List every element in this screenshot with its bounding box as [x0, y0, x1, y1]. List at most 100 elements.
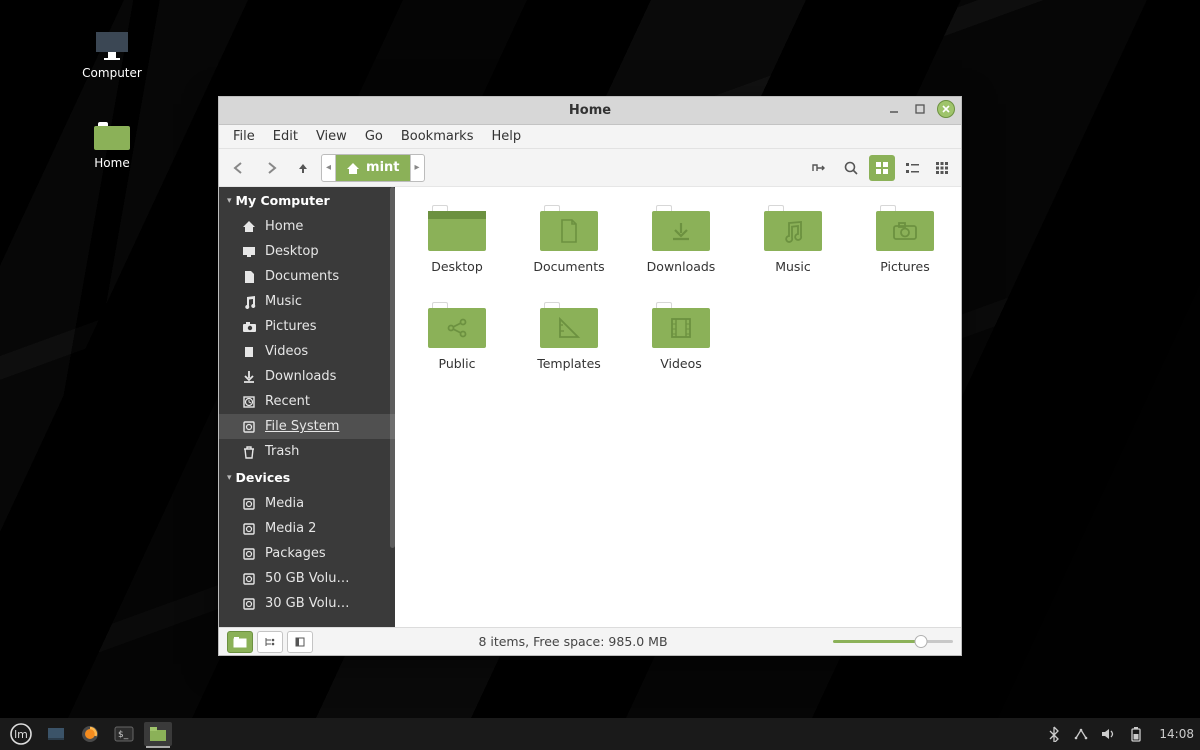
sidebar-item-label: Downloads	[265, 369, 336, 384]
toggle-location-button[interactable]	[805, 155, 833, 181]
menu-view[interactable]: View	[308, 127, 355, 146]
path-next-button[interactable]: ▸	[411, 155, 424, 181]
document-icon	[241, 270, 257, 284]
forward-button[interactable]	[257, 155, 285, 181]
task-files[interactable]	[144, 722, 172, 746]
file-manager-window: Home File Edit View Go Bookmarks Help ◂ …	[218, 96, 962, 656]
folder-desktop[interactable]: Desktop	[405, 205, 509, 274]
path-prev-button[interactable]: ◂	[322, 155, 336, 181]
icon-view-button[interactable]	[869, 155, 895, 181]
back-button[interactable]	[225, 155, 253, 181]
folder-view[interactable]: Desktop Documents Downloads Music Pictures Pu…	[395, 187, 961, 627]
start-menu-button[interactable]: ⅼm	[6, 721, 36, 747]
desktop-icon	[241, 245, 257, 259]
desktop-icon-home[interactable]: Home	[72, 118, 152, 170]
disk-icon	[241, 597, 257, 611]
compact-view-button[interactable]	[929, 155, 955, 181]
sidebar-item-videos[interactable]: Videos	[219, 339, 395, 364]
sidebar-item-media[interactable]: Media	[219, 491, 395, 516]
folder-icon	[876, 205, 934, 251]
folder-icon	[428, 302, 486, 348]
menu-go[interactable]: Go	[357, 127, 391, 146]
titlebar[interactable]: Home	[219, 97, 961, 125]
folder-documents[interactable]: Documents	[517, 205, 621, 274]
sidebar-item-trash[interactable]: Trash	[219, 439, 395, 464]
video-icon	[241, 345, 257, 359]
menu-edit[interactable]: Edit	[265, 127, 306, 146]
task-show-desktop[interactable]	[42, 722, 70, 746]
sidebar-item-label: Media 2	[265, 521, 316, 536]
sidebar-item-label: Packages	[265, 546, 326, 561]
folder-icon	[540, 302, 598, 348]
folder-icon	[652, 205, 710, 251]
maximize-button[interactable]	[911, 100, 929, 118]
folder-label: Desktop	[405, 259, 509, 274]
disk-icon	[241, 497, 257, 511]
sidebar-item-home[interactable]: Home	[219, 214, 395, 239]
sidebar-item-documents[interactable]: Documents	[219, 264, 395, 289]
up-button[interactable]	[289, 155, 317, 181]
sidebar-item-50-gb-volu-[interactable]: 50 GB Volu…	[219, 566, 395, 591]
sidebar-item-label: 30 GB Volu…	[265, 596, 350, 611]
sidebar-item-label: Desktop	[265, 244, 319, 259]
sidebar-item-media-2[interactable]: Media 2	[219, 516, 395, 541]
sidebar-scrollbar[interactable]	[390, 187, 395, 548]
music-icon	[241, 295, 257, 309]
menu-help[interactable]: Help	[483, 127, 529, 146]
path-label: mint	[366, 160, 399, 175]
list-view-button[interactable]	[899, 155, 925, 181]
places-pane-button[interactable]	[227, 631, 253, 653]
folder-music[interactable]: Music	[741, 205, 845, 274]
menu-file[interactable]: File	[225, 127, 263, 146]
sidebar-item-music[interactable]: Music	[219, 289, 395, 314]
folder-public[interactable]: Public	[405, 302, 509, 371]
zoom-slider[interactable]	[833, 640, 953, 643]
computer-icon	[92, 28, 132, 62]
home-icon	[346, 162, 360, 174]
sidebar-item-label: Media	[265, 496, 304, 511]
minimize-button[interactable]	[885, 100, 903, 118]
bluetooth-icon[interactable]	[1047, 726, 1061, 742]
clock[interactable]: 14:08	[1159, 727, 1194, 741]
folder-label: Downloads	[629, 259, 733, 274]
path-segment-current[interactable]: mint	[336, 155, 410, 181]
sidebar-item-packages[interactable]: Packages	[219, 541, 395, 566]
folder-icon	[428, 205, 486, 251]
battery-icon[interactable]	[1129, 726, 1143, 742]
disk-icon	[241, 572, 257, 586]
network-icon[interactable]	[1073, 727, 1089, 741]
sidebar-item-pictures[interactable]: Pictures	[219, 314, 395, 339]
tree-pane-button[interactable]	[257, 631, 283, 653]
desktop-icon-label: Computer	[72, 66, 152, 80]
folder-pictures[interactable]: Pictures	[853, 205, 957, 274]
pathbar: ◂ mint ▸	[321, 154, 425, 182]
search-button[interactable]	[837, 155, 865, 181]
system-tray: 14:08	[1047, 726, 1194, 742]
menu-bookmarks[interactable]: Bookmarks	[393, 127, 482, 146]
sidebar-heading-devices[interactable]: Devices	[219, 464, 395, 491]
folder-videos[interactable]: Videos	[629, 302, 733, 371]
folder-label: Public	[405, 356, 509, 371]
disk-icon	[241, 420, 257, 434]
svg-text:ⅼm: ⅼm	[14, 728, 28, 741]
volume-icon[interactable]	[1101, 727, 1117, 741]
folder-icon	[652, 302, 710, 348]
sidebar-item-30-gb-volu-[interactable]: 30 GB Volu…	[219, 591, 395, 616]
close-button[interactable]	[937, 100, 955, 118]
sidebar-item-label: Documents	[265, 269, 339, 284]
task-terminal[interactable]: $_	[110, 722, 138, 746]
close-pane-button[interactable]	[287, 631, 313, 653]
folder-label: Pictures	[853, 259, 957, 274]
folder-templates[interactable]: Templates	[517, 302, 621, 371]
folder-label: Templates	[517, 356, 621, 371]
sidebar: My Computer Home Desktop Documents MusicPic…	[219, 187, 395, 627]
desktop-icon-computer[interactable]: Computer	[72, 28, 152, 80]
task-firefox[interactable]	[76, 722, 104, 746]
sidebar-item-label: File System	[265, 419, 339, 434]
sidebar-heading-computer[interactable]: My Computer	[219, 187, 395, 214]
sidebar-item-desktop[interactable]: Desktop	[219, 239, 395, 264]
sidebar-item-file-system[interactable]: File System	[219, 414, 395, 439]
folder-downloads[interactable]: Downloads	[629, 205, 733, 274]
sidebar-item-recent[interactable]: Recent	[219, 389, 395, 414]
sidebar-item-downloads[interactable]: Downloads	[219, 364, 395, 389]
